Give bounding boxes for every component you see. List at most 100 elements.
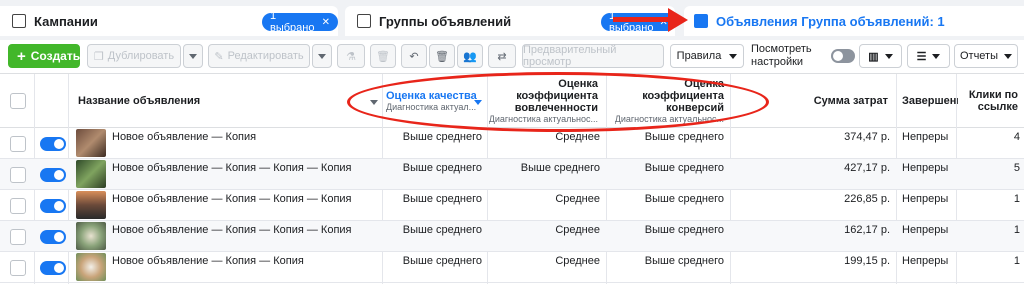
people-icon: 👥: [463, 50, 477, 63]
delete-button[interactable]: 🗑: [370, 44, 396, 68]
rules-label: Правила: [676, 50, 722, 62]
ad-name[interactable]: Новое объявление — Копия: [112, 131, 256, 143]
campaigns-selected-count: 1 выбрано: [270, 10, 315, 34]
ad-toggle[interactable]: [40, 230, 66, 244]
rules-button[interactable]: Правила: [670, 44, 744, 68]
ad-thumbnail: [76, 222, 106, 250]
edit-label: Редактировать: [227, 50, 304, 62]
engagement-ranking: Среднее: [555, 224, 600, 236]
view-settings-toggle[interactable]: [831, 49, 855, 63]
chevron-down-icon: [884, 53, 893, 59]
table-row[interactable]: Новое объявление — Копия — Копия — Копия…: [0, 159, 1024, 190]
chevron-down-icon: [932, 53, 941, 59]
annotation-oval: [347, 72, 769, 132]
engagement-ranking: Среднее: [555, 131, 600, 143]
ab-test-button[interactable]: ⇄: [488, 44, 516, 68]
ad-thumbnail: [76, 129, 106, 157]
column-clicks-line2: ссылке: [977, 101, 1018, 113]
row-checkbox[interactable]: [10, 198, 26, 214]
amount-spent: 199,15 р.: [844, 255, 890, 267]
ad-thumbnail: [76, 160, 106, 188]
ends: Непреры: [902, 131, 949, 143]
edit-dropdown[interactable]: [312, 44, 332, 68]
column-ends-label: Завершени: [902, 95, 958, 107]
engagement-ranking: Среднее: [555, 193, 600, 205]
table-row[interactable]: Новое объявление — Копия — Копия — Копия…: [0, 190, 1024, 221]
row-checkbox[interactable]: [10, 136, 26, 152]
ends: Непреры: [902, 224, 949, 236]
table-row[interactable]: Новое объявление — Копия Выше среднего С…: [0, 128, 1024, 159]
quality-ranking: Выше среднего: [402, 255, 482, 267]
link-clicks[interactable]: 1: [958, 193, 1020, 205]
column-header-ends[interactable]: Завершени: [902, 74, 958, 128]
pencil-icon: ✎: [214, 50, 224, 63]
table-row[interactable]: Новое объявление — Копия — Копия — Копия…: [0, 221, 1024, 252]
adsets-selected-badge[interactable]: 1 выбрано ✕: [601, 10, 676, 34]
quality-ranking: Выше среднего: [402, 224, 482, 236]
column-spend-label: Сумма затрат: [813, 95, 888, 107]
tab-ads-label: Объявления Группа объявлений: 1: [716, 13, 945, 29]
tab-campaigns[interactable]: Кампании 1 выбрано ✕: [0, 6, 338, 36]
ad-icon: [694, 14, 708, 28]
ad-toggle[interactable]: [40, 168, 66, 182]
undo-button[interactable]: ↶: [401, 44, 427, 68]
test-button[interactable]: ⚗: [337, 44, 365, 68]
trash-icon: 🗑: [376, 50, 390, 63]
duplicate-button[interactable]: ❐ Дублировать: [87, 44, 181, 68]
create-button[interactable]: + Создать: [8, 44, 80, 68]
ad-toggle[interactable]: [40, 261, 66, 275]
reports-button[interactable]: Отчеты: [954, 44, 1018, 68]
conversion-ranking: Выше среднего: [644, 131, 724, 143]
duplicate-label: Дублировать: [107, 50, 175, 62]
columns-button[interactable]: ▥: [859, 44, 902, 68]
chevron-down-icon: [1004, 53, 1013, 59]
view-settings-line2: настройки: [751, 56, 804, 68]
amount-spent: 427,17 р.: [844, 162, 890, 174]
columns-icon: ▥: [868, 50, 879, 63]
column-name-label: Название объявления: [78, 95, 201, 107]
close-icon[interactable]: ✕: [322, 17, 330, 28]
table-row[interactable]: Новое объявление — Копия — Копия Выше ср…: [0, 252, 1024, 283]
delete-button-2[interactable]: 🗑: [429, 44, 455, 68]
conversion-ranking: Выше среднего: [644, 162, 724, 174]
ad-name[interactable]: Новое объявление — Копия — Копия — Копия: [112, 224, 352, 236]
annotation-arrow-head: [668, 8, 688, 32]
quality-ranking: Выше среднего: [402, 131, 482, 143]
column-header-name[interactable]: Название объявления: [78, 74, 368, 128]
link-clicks[interactable]: 5: [958, 162, 1020, 174]
ends: Непреры: [902, 255, 949, 267]
row-checkbox[interactable]: [10, 260, 26, 276]
flask-icon: ⚗: [346, 50, 356, 63]
trash-icon: 🗑: [435, 50, 449, 63]
grid-icon: [357, 14, 371, 28]
audience-button[interactable]: 👥: [457, 44, 483, 68]
edit-button[interactable]: ✎ Редактировать: [208, 44, 310, 68]
engagement-ranking: Среднее: [555, 255, 600, 267]
campaigns-selected-badge[interactable]: 1 выбрано ✕: [262, 10, 338, 34]
ad-name[interactable]: Новое объявление — Копия — Копия — Копия: [112, 162, 352, 174]
breakdown-button[interactable]: ☰: [907, 44, 950, 68]
ad-name[interactable]: Новое объявление — Копия — Копия — Копия: [112, 193, 352, 205]
select-all-checkbox[interactable]: [10, 93, 26, 109]
link-clicks[interactable]: 1: [958, 224, 1020, 236]
link-clicks[interactable]: 4: [958, 131, 1020, 143]
preview-button[interactable]: Предварительный просмотр: [522, 44, 664, 68]
chevron-down-icon: [729, 53, 738, 59]
level-tabs: Кампании 1 выбрано ✕ Группы объявлений 1 …: [0, 0, 1024, 40]
row-checkbox[interactable]: [10, 229, 26, 245]
amount-spent: 374,47 р.: [844, 131, 890, 143]
quality-ranking: Выше среднего: [402, 162, 482, 174]
chevron-down-icon: [318, 53, 326, 59]
tab-ads[interactable]: Объявления Группа объявлений: 1: [684, 6, 1024, 36]
table-body: Новое объявление — Копия Выше среднего С…: [0, 128, 1024, 284]
ad-name[interactable]: Новое объявление — Копия — Копия: [112, 255, 304, 267]
row-checkbox[interactable]: [10, 167, 26, 183]
duplicate-dropdown[interactable]: [183, 44, 203, 68]
link-clicks[interactable]: 1: [958, 255, 1020, 267]
preview-label: Предварительный просмотр: [523, 44, 617, 68]
column-header-clicks[interactable]: Клики по ссылке: [958, 74, 1024, 128]
ad-toggle[interactable]: [40, 199, 66, 213]
annotation-arrow: [613, 17, 675, 22]
ad-toggle[interactable]: [40, 137, 66, 151]
toolbar: + Создать ❐ Дублировать ✎ Редактировать …: [0, 40, 1024, 74]
